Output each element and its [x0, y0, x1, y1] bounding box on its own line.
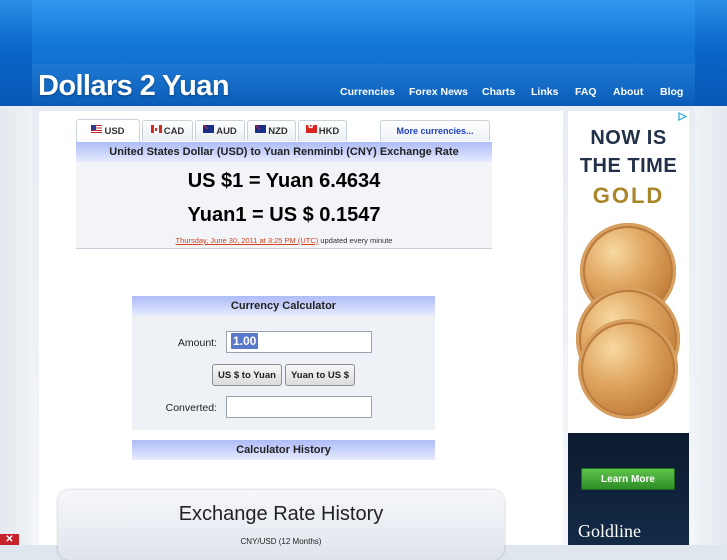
calculator-title: Currency Calculator — [132, 296, 435, 316]
timestamp-link[interactable]: Thursday, June 30, 2011 at 3:25 PM (UTC) — [176, 236, 319, 245]
goldline-logo: Goldline — [578, 521, 641, 541]
nav-charts[interactable]: Charts — [482, 86, 515, 98]
nav-about[interactable]: About — [613, 86, 643, 98]
rate-title: United States Dollar (USD) to Yuan Renmi… — [76, 142, 492, 162]
tab-aud[interactable]: AUD — [195, 120, 245, 141]
tab-label: CAD — [163, 125, 185, 137]
learn-more-button[interactable]: Learn More — [581, 468, 675, 490]
tab-nzd[interactable]: NZD — [247, 120, 296, 141]
converted-field[interactable] — [226, 396, 372, 418]
us-flag-icon — [91, 125, 103, 133]
site-header: Dollars 2 Yuan Currencies Forex News Cha… — [0, 0, 727, 106]
amount-value: 1.00 — [231, 333, 259, 349]
yuan-to-usd-button[interactable]: Yuan to US $ — [285, 364, 355, 386]
ad-bottom: Learn More Goldline — [568, 433, 689, 545]
hong-kong-flag-icon — [305, 122, 317, 133]
nav-currencies[interactable]: Currencies — [340, 86, 395, 98]
usd-to-yuan-button[interactable]: US $ to Yuan — [212, 364, 282, 386]
rate-usd-to-yuan: US $1 = Yuan 6.4634 — [187, 170, 381, 192]
ad-headline-2: THE TIME — [579, 155, 678, 177]
left-gutter — [0, 106, 32, 545]
rate-footer: Thursday, June 30, 2011 at 3:25 PM (UTC)… — [76, 236, 492, 245]
calculator-history-bar[interactable]: Calculator History — [132, 440, 435, 460]
gold-advertisement[interactable]: NOW IS THE TIME GOLD Learn More Goldline — [568, 111, 689, 545]
tab-usd[interactable]: USD — [76, 119, 140, 142]
more-currencies-link[interactable]: More currencies... — [380, 120, 490, 141]
exchange-rate-box: United States Dollar (USD) to Yuan Renmi… — [76, 142, 492, 249]
amount-label: Amount: — [177, 337, 217, 349]
converted-label: Converted: — [165, 402, 217, 414]
ad-headline-3: GOLD — [592, 183, 665, 208]
currency-calculator: Currency Calculator Amount: 1.00 US $ to… — [132, 296, 435, 430]
adchoices-icon[interactable] — [678, 112, 688, 121]
ad-top: NOW IS THE TIME GOLD — [568, 111, 689, 433]
nav-forex-news[interactable]: Forex News — [409, 86, 468, 98]
tab-hkd[interactable]: HKD — [298, 120, 347, 141]
exchange-rate-history-panel: Exchange Rate History CNY/USD (12 Months… — [58, 490, 504, 560]
nav-links[interactable]: Links — [531, 86, 558, 98]
australia-flag-icon — [203, 125, 215, 133]
right-gutter — [695, 106, 727, 545]
tab-label: USD — [104, 125, 125, 137]
nav-blog[interactable]: Blog — [660, 86, 683, 98]
rate-yuan-to-usd: Yuan1 = US $ 0.1547 — [187, 204, 381, 226]
history-title: Exchange Rate History — [178, 503, 384, 525]
new-zealand-flag-icon — [255, 125, 267, 133]
tab-label: NZD — [268, 125, 288, 137]
ad-headline-1: NOW IS — [590, 127, 667, 149]
canada-flag-icon — [150, 125, 162, 133]
tab-label: HKD — [318, 125, 340, 137]
gold-coin-image — [578, 319, 678, 419]
tab-cad[interactable]: CAD — [142, 120, 193, 141]
tab-label: AUD — [216, 125, 237, 137]
close-icon[interactable]: ✕ — [0, 534, 19, 545]
amount-input[interactable]: 1.00 — [226, 331, 372, 353]
site-logo[interactable]: Dollars 2 Yuan — [38, 70, 230, 103]
nav-faq[interactable]: FAQ — [575, 86, 597, 98]
update-note: updated every minute — [318, 236, 393, 245]
